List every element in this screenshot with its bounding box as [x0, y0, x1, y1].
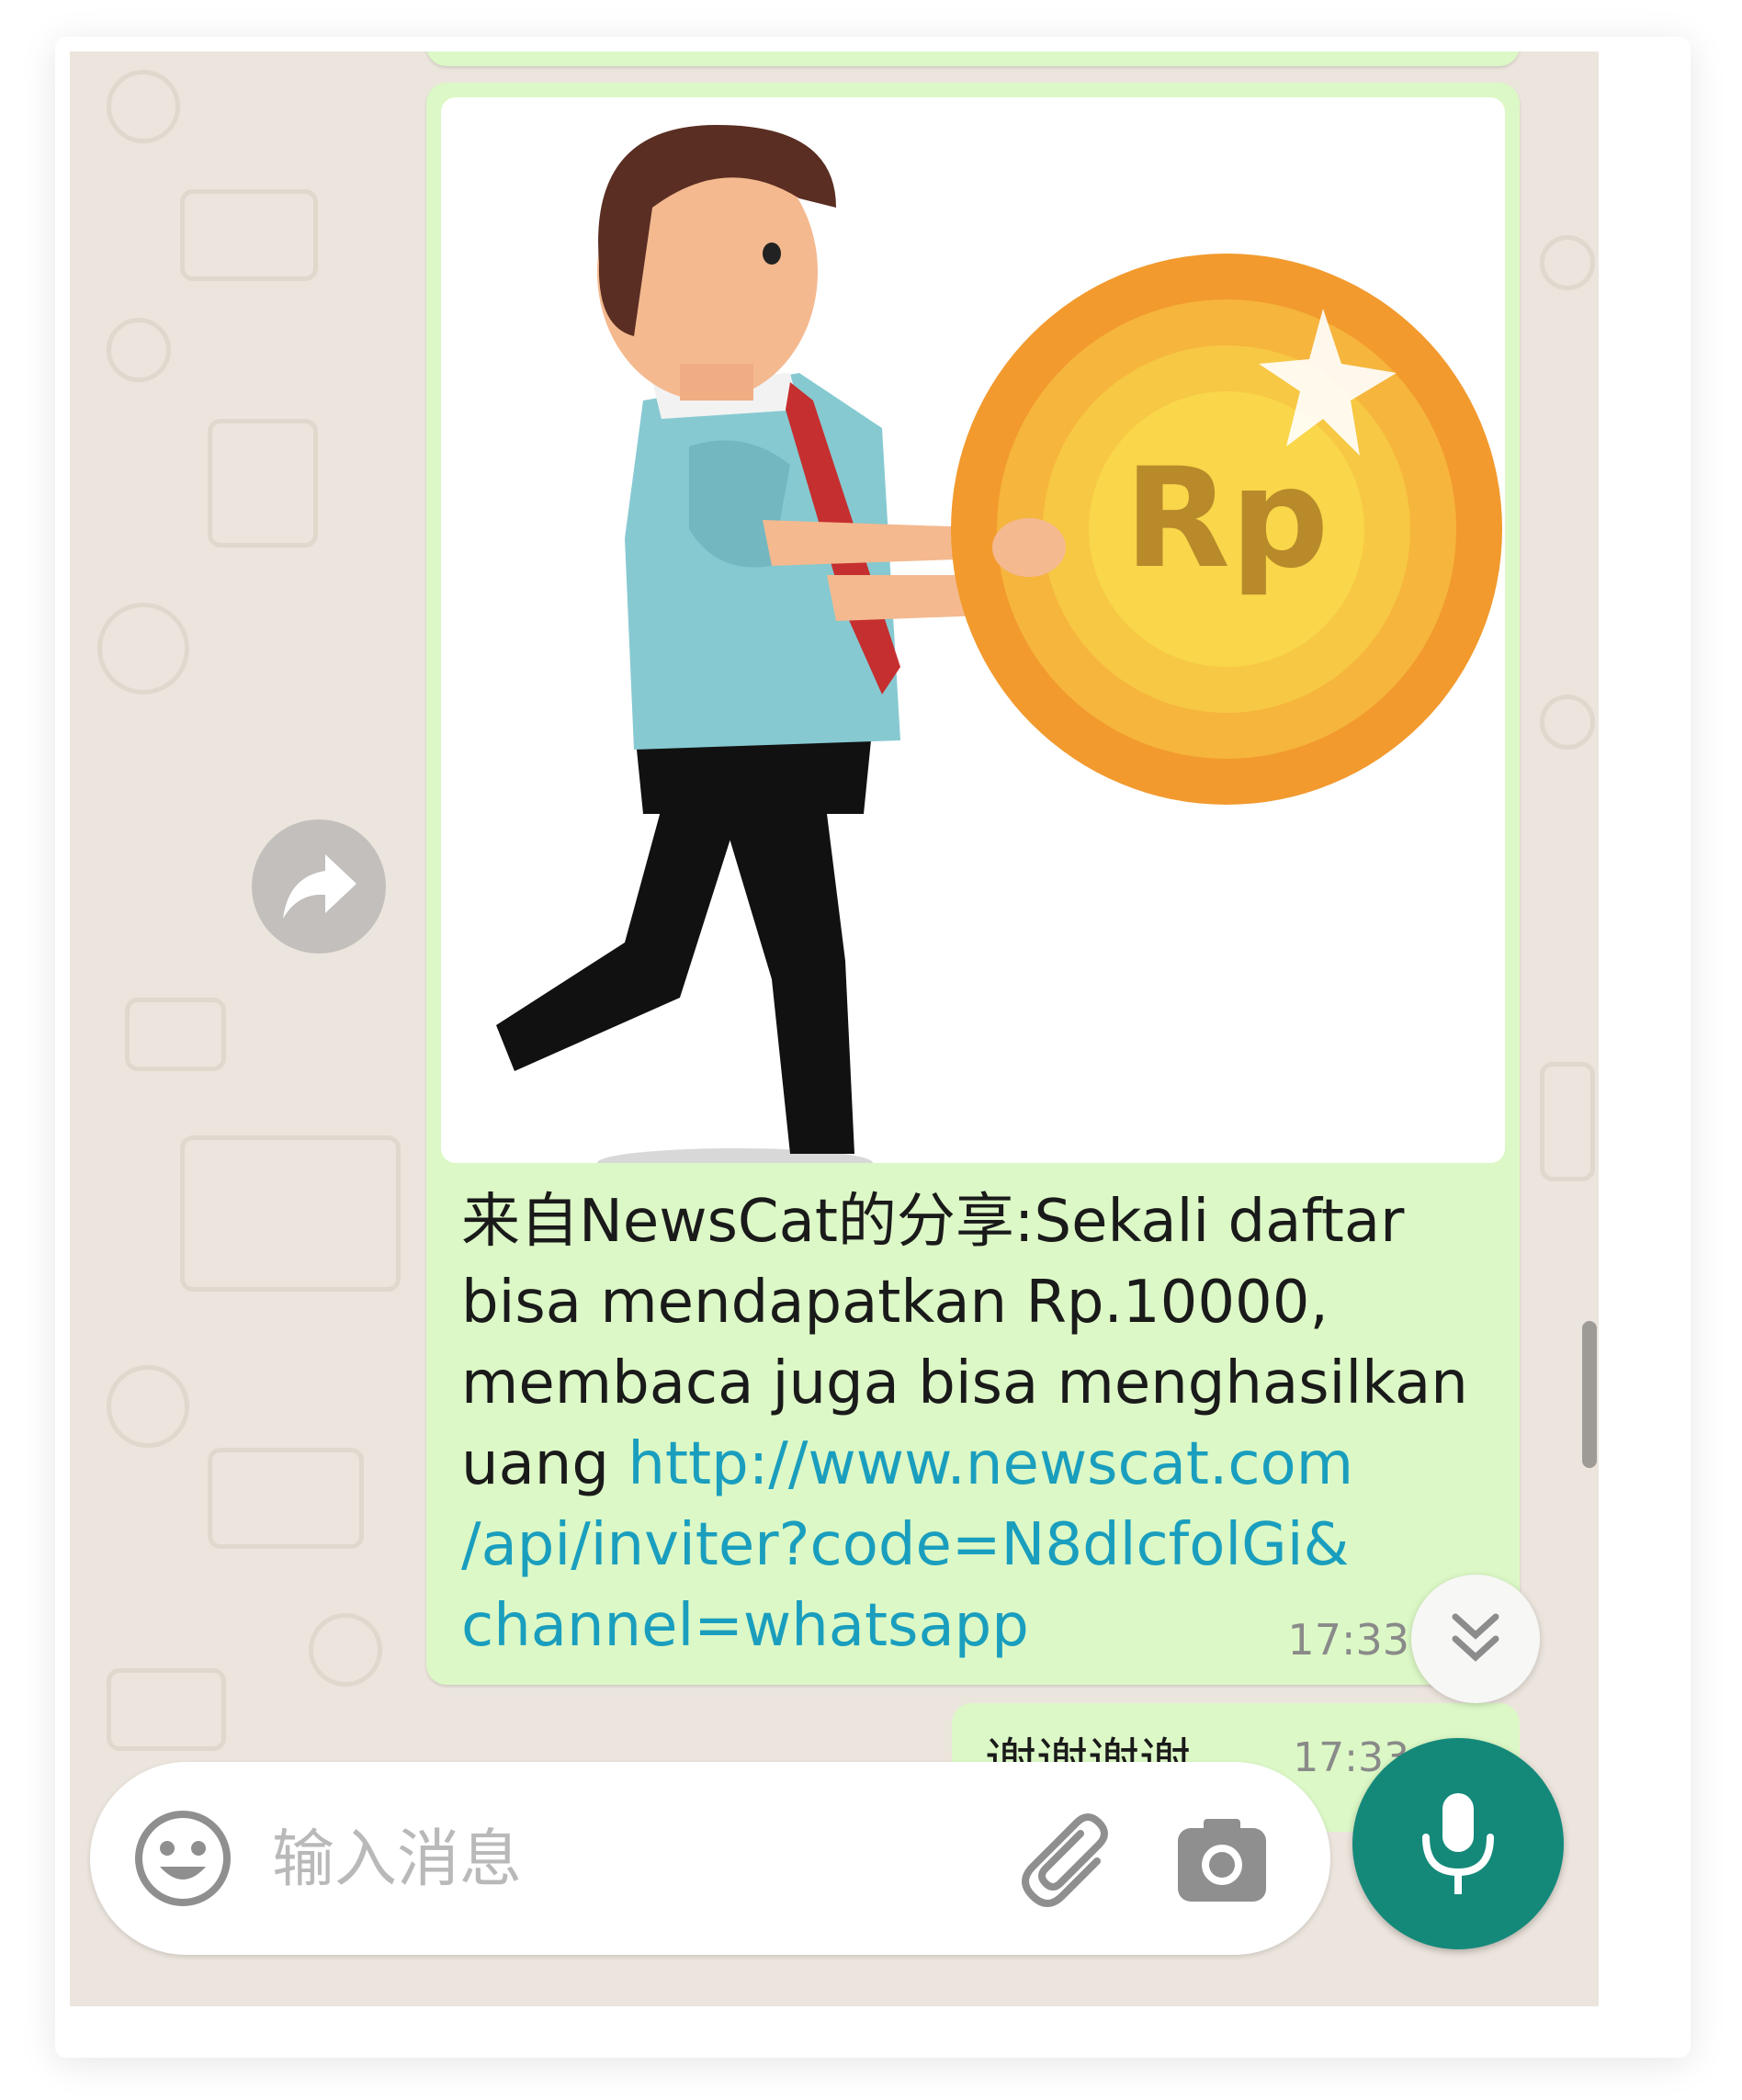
- double-chevron-down-icon: [1452, 1613, 1499, 1662]
- microphone-icon: [1422, 1793, 1494, 1894]
- message-input[interactable]: [270, 1799, 917, 1920]
- message-timestamp: 17:33: [1287, 1615, 1409, 1665]
- forward-button[interactable]: [252, 819, 386, 954]
- chat-scrollbar[interactable]: [1582, 1321, 1597, 1468]
- previous-message-bubble[interactable]: [426, 51, 1520, 66]
- coin-label: Rp: [1125, 439, 1329, 599]
- message-text: 来自NewsCat的分享:Sekali daftar bisa mendapat…: [461, 1181, 1490, 1666]
- message-bubble[interactable]: Rp 来自NewsCat的分享:Sekali daftar bisa menda…: [426, 83, 1520, 1685]
- forward-icon: [283, 854, 356, 919]
- chat-screen: Rp 来自NewsCat的分享:Sekali daftar bisa menda…: [70, 51, 1599, 2006]
- attach-button[interactable]: [1020, 1806, 1121, 1916]
- emoji-button[interactable]: [132, 1808, 233, 1909]
- man-carrying-coin-illustration: Rp: [496, 125, 1502, 1163]
- scroll-to-bottom-button[interactable]: [1411, 1575, 1540, 1703]
- camera-button[interactable]: [1176, 1815, 1268, 1903]
- message-composer: [90, 1762, 1330, 1955]
- voice-message-button[interactable]: [1352, 1738, 1564, 1949]
- paperclip-icon: [1022, 1813, 1108, 1907]
- camera-icon: [1178, 1819, 1266, 1902]
- message-image[interactable]: Rp: [441, 97, 1505, 1163]
- emoji-icon: [135, 1811, 231, 1906]
